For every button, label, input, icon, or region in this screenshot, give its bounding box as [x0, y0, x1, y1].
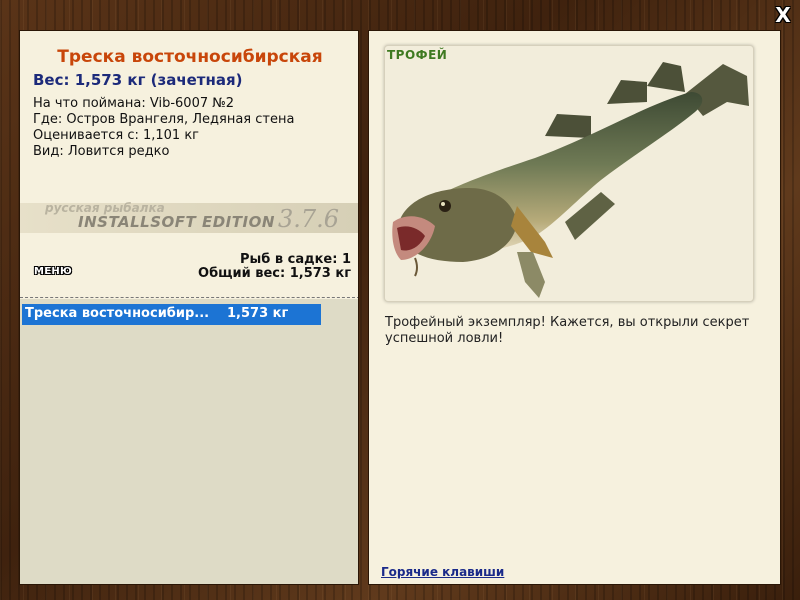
close-icon[interactable]: X	[775, 3, 790, 27]
close-button[interactable]: X	[772, 4, 794, 26]
fish-photo-frame: ТРОФЕЙ	[384, 45, 754, 302]
fish-count: Рыб в садке: 1	[239, 252, 351, 267]
divider	[20, 297, 358, 298]
fish-weight: Вес: 1,573 кг (зачетная)	[33, 71, 243, 89]
fish-kind: Вид: Ловится редко	[33, 144, 170, 159]
hotkeys-link[interactable]: Горячие клавиши	[381, 565, 504, 579]
logo-edition: INSTALLSOFT EDITION	[78, 213, 275, 231]
trophy-description: Трофейный экземпляр! Кажется, вы открыли…	[385, 315, 750, 346]
list-item-weight: 1,573 кг	[227, 306, 289, 321]
catch-list: Треска восточносибир... 1,573 кг	[20, 299, 358, 584]
trophy-badge: ТРОФЕЙ	[387, 48, 448, 62]
menu-button[interactable]: МЕНЮ	[34, 266, 72, 277]
list-item[interactable]: Треска восточносибир... 1,573 кг	[22, 304, 321, 325]
valued-from: Оценивается с: 1,101 кг	[33, 128, 200, 143]
location: Где: Остров Врангеля, Ледяная стена	[33, 112, 295, 127]
total-weight: Общий вес: 1,573 кг	[198, 266, 351, 281]
fish-info-panel: Треска восточносибирская Вес: 1,573 кг (…	[19, 30, 359, 585]
trophy-panel: ТРОФЕЙ Трофейный экземпляр! Кажется, вы …	[368, 30, 781, 585]
list-item-name: Треска восточносибир...	[25, 306, 210, 321]
caught-on: На что поймана: Vib-6007 №2	[33, 96, 235, 111]
fish-name: Треска восточносибирская	[57, 47, 323, 67]
logo-version: 3.7.6	[278, 205, 340, 233]
fish-photo	[392, 62, 749, 298]
